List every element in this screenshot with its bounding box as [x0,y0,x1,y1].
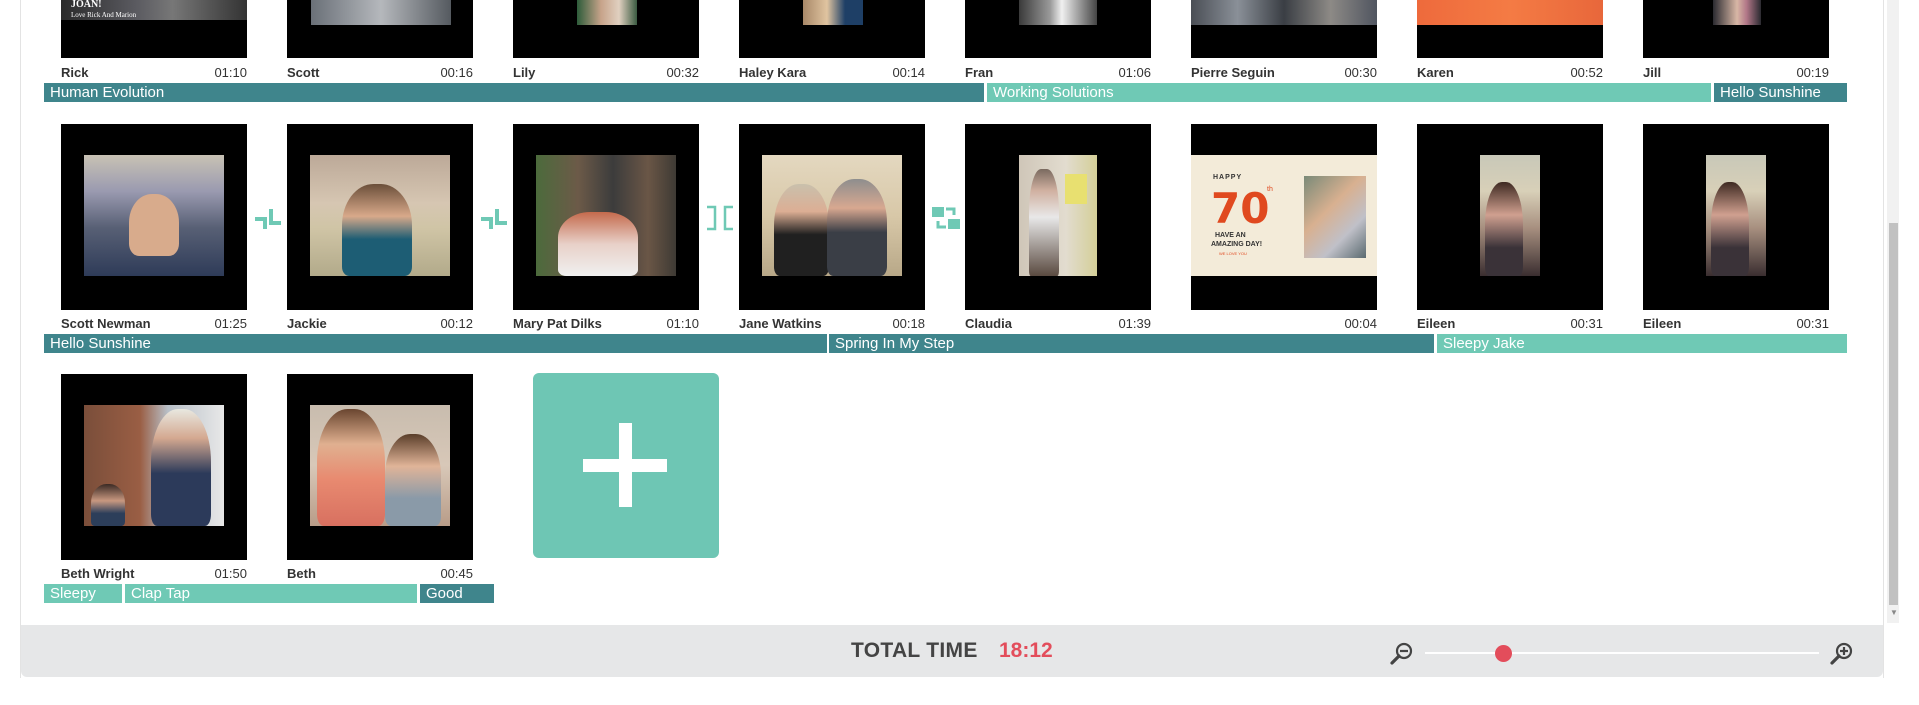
music-track[interactable]: Hello Sunshine [44,334,827,353]
music-track[interactable]: Sleepy [44,584,122,603]
clip-name: Jill [1643,65,1662,80]
clip-name: Beth Wright [61,566,135,581]
clip-name: Claudia [965,316,1012,331]
clip-thumbnail[interactable] [1191,0,1377,58]
thumb-text: JOAN! [71,0,102,10]
thumb-text: Love Rick And Marion [71,11,137,19]
timeline-panel: JOAN! Love Rick And Marion Rick 01:10 Sco… [20,0,1899,678]
zoom-slider[interactable] [1425,652,1819,654]
scrollbar-thumb[interactable] [1889,223,1898,605]
clip-name: Pierre Seguin [1191,65,1275,80]
music-track[interactable]: Spring In My Step [829,334,1434,353]
clip-thumbnail[interactable] [287,124,473,310]
clip-thumbnail[interactable] [61,124,247,310]
card-text: WE LOVE YOU [1219,251,1247,256]
add-clip-button[interactable] [533,373,719,558]
clip-thumbnail[interactable] [1417,124,1603,310]
clip-thumbnail[interactable] [513,124,699,310]
music-track[interactable]: Sleepy Jake [1437,334,1847,353]
clip-duration: 00:32 [666,65,699,80]
zoom-slider-handle[interactable] [1495,645,1513,662]
music-track[interactable]: Human Evolution [44,83,984,102]
clip-thumbnail[interactable] [61,374,247,560]
clip-duration: 00:19 [1796,65,1829,80]
clip-duration: 00:52 [1570,65,1603,80]
clip-thumbnail[interactable] [513,0,699,58]
music-track[interactable]: Working Solutions [987,83,1711,102]
clip-name: Beth [287,566,316,581]
clip-duration: 00:45 [440,566,473,581]
music-track[interactable]: Hello Sunshine [1714,83,1847,102]
card-text: th [1267,186,1273,193]
clip-thumbnail[interactable] [1643,124,1829,310]
card-age: 70 [1211,184,1270,233]
swap-transition-icon[interactable] [929,201,963,235]
total-time-value: 18:12 [999,639,1053,662]
card-text: HAPPY [1213,174,1243,181]
clip-name: Rick [61,65,89,80]
clip-name: Scott [287,65,320,80]
card-text: HAVE AN [1215,232,1246,239]
clip-thumbnail[interactable] [739,0,925,58]
zoom-in-icon[interactable] [1829,640,1855,666]
corner-transition-icon[interactable] [251,201,285,235]
clip-name: Karen [1417,65,1454,80]
clip-name: Lily [513,65,536,80]
clip-duration: 00:12 [440,316,473,331]
clip-thumbnail[interactable]: HAPPY 70 th HAVE AN AMAZING DAY! WE LOVE… [1191,124,1377,310]
clip-name: Scott Newman [61,316,151,331]
timeline-stage: JOAN! Love Rick And Marion Rick 01:10 Sco… [21,0,1901,623]
clip-thumbnail[interactable] [965,0,1151,58]
clip-name: Eileen [1643,316,1682,331]
total-time-label: TOTAL TIME [851,639,978,662]
clip-duration: 00:31 [1570,316,1603,331]
clip-name: Fran [965,65,994,80]
scroll-down-icon[interactable]: ▼ [1890,608,1898,617]
clip-name: Jane Watkins [739,316,822,331]
music-track[interactable]: Good [420,584,494,603]
clip-duration: 00:14 [892,65,925,80]
clip-thumbnail[interactable] [287,0,473,58]
clip-duration: 00:31 [1796,316,1829,331]
clip-duration: 01:39 [1118,316,1151,331]
clip-name: Haley Kara [739,65,807,80]
clip-thumbnail[interactable] [965,124,1151,310]
clip-duration: 00:16 [440,65,473,80]
clip-duration: 01:25 [214,316,247,331]
bracket-transition-icon[interactable] [703,201,737,235]
clip-duration: 01:50 [214,566,247,581]
clip-name: Mary Pat Dilks [513,316,602,331]
music-track[interactable]: Clap Tap [125,584,417,603]
clip-name: Jackie [287,316,327,331]
clip-thumbnail[interactable]: JOAN! Love Rick And Marion [61,0,247,58]
card-text: AMAZING DAY! [1211,241,1263,248]
clip-duration: 01:10 [666,316,699,331]
corner-transition-icon[interactable] [477,201,511,235]
timeline-footer: TOTAL TIME 18:12 [21,625,1883,677]
clip-thumbnail[interactable] [1417,0,1603,58]
clip-duration: 00:18 [892,316,925,331]
clip-duration: 01:10 [214,65,247,80]
clip-duration: 00:04 [1344,316,1377,331]
clip-duration: 00:30 [1344,65,1377,80]
zoom-out-icon[interactable] [1389,640,1415,666]
clip-name: Eileen [1417,316,1456,331]
clip-thumbnail[interactable] [287,374,473,560]
clip-thumbnail[interactable] [739,124,925,310]
clip-thumbnail[interactable] [1643,0,1829,58]
clip-duration: 01:06 [1118,65,1151,80]
